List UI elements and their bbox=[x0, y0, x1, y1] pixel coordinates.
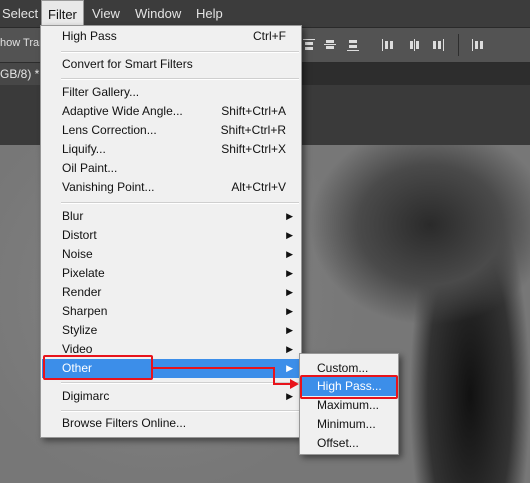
menu-item-label: Vanishing Point... bbox=[62, 180, 155, 194]
toolbar-divider bbox=[458, 34, 459, 56]
menu-item-label: Blur bbox=[62, 209, 84, 223]
menu-item-sharpen[interactable]: Sharpen ▶ bbox=[42, 302, 300, 321]
menu-item-shortcut: Shift+Ctrl+A bbox=[221, 104, 286, 118]
align-bottom-icon[interactable] bbox=[346, 38, 360, 52]
submenu-arrow-icon: ▶ bbox=[286, 230, 293, 240]
menu-item-label: Distort bbox=[62, 228, 97, 242]
menu-filter[interactable]: Filter bbox=[41, 0, 84, 27]
menu-item-label: Liquify... bbox=[62, 142, 106, 156]
submenu-item-minimum[interactable]: Minimum... bbox=[301, 415, 397, 434]
annotation-line-to-arrow bbox=[273, 383, 291, 385]
menu-item-digimarc[interactable]: Digimarc ▶ bbox=[42, 387, 300, 406]
annotation-box-high-pass bbox=[300, 375, 398, 399]
menu-item-label: Browse Filters Online... bbox=[62, 416, 187, 430]
submenu-arrow-icon: ▶ bbox=[286, 325, 293, 335]
document-tab[interactable]: GB/8) * bbox=[0, 63, 46, 85]
menu-item-vanishing-point[interactable]: Vanishing Point... Alt+Ctrl+V bbox=[42, 178, 300, 197]
submenu-arrow-icon: ▶ bbox=[286, 268, 293, 278]
annotation-line-horizontal bbox=[151, 367, 275, 369]
annotation-arrow-icon bbox=[290, 379, 299, 389]
submenu-arrow-icon: ▶ bbox=[286, 391, 293, 401]
submenu-item-label: Offset... bbox=[317, 436, 359, 450]
menu-item-label: Oil Paint... bbox=[62, 161, 118, 175]
menu-item-label: Convert for Smart Filters bbox=[62, 57, 193, 71]
menu-item-label: Noise bbox=[62, 247, 93, 261]
menu-select[interactable]: Select bbox=[0, 0, 44, 27]
menu-item-lens-correction[interactable]: Lens Correction... Shift+Ctrl+R bbox=[42, 121, 300, 140]
menu-item-high-pass-last[interactable]: High Pass Ctrl+F bbox=[42, 27, 300, 46]
menu-item-filter-gallery[interactable]: Filter Gallery... bbox=[42, 83, 300, 102]
submenu-arrow-icon: ▶ bbox=[286, 344, 293, 354]
submenu-arrow-icon: ▶ bbox=[286, 306, 293, 316]
menu-item-label: Filter Gallery... bbox=[62, 85, 140, 99]
align-hcenter-icon[interactable] bbox=[408, 38, 422, 52]
menu-item-adaptive-wide-angle[interactable]: Adaptive Wide Angle... Shift+Ctrl+A bbox=[42, 102, 300, 121]
menu-item-label: Adaptive Wide Angle... bbox=[62, 104, 183, 118]
submenu-arrow-icon: ▶ bbox=[286, 287, 293, 297]
menu-separator bbox=[61, 202, 299, 204]
menu-item-blur[interactable]: Blur ▶ bbox=[42, 207, 300, 226]
menu-separator bbox=[61, 51, 299, 53]
menu-item-shortcut: Ctrl+F bbox=[253, 29, 286, 43]
menu-separator bbox=[61, 410, 299, 412]
menu-item-shortcut: Shift+Ctrl+X bbox=[221, 142, 286, 156]
menu-item-label: Digimarc bbox=[62, 389, 110, 403]
submenu-item-label: Minimum... bbox=[317, 417, 376, 431]
menu-item-shortcut: Shift+Ctrl+R bbox=[220, 123, 286, 137]
menu-separator bbox=[61, 78, 299, 80]
menu-item-convert-smart-filters[interactable]: Convert for Smart Filters bbox=[42, 55, 300, 74]
align-vcenter-icon[interactable] bbox=[323, 38, 337, 52]
menu-help[interactable]: Help bbox=[190, 0, 229, 27]
submenu-arrow-icon: ▶ bbox=[286, 211, 293, 221]
menu-item-label: Sharpen bbox=[62, 304, 108, 318]
menu-window[interactable]: Window bbox=[129, 0, 187, 27]
align-top-icon[interactable] bbox=[302, 38, 316, 52]
submenu-arrow-icon: ▶ bbox=[286, 249, 293, 259]
menu-item-stylize[interactable]: Stylize ▶ bbox=[42, 321, 300, 340]
menu-item-label: Stylize bbox=[62, 323, 98, 337]
menu-item-noise[interactable]: Noise ▶ bbox=[42, 245, 300, 264]
submenu-item-offset[interactable]: Offset... bbox=[301, 434, 397, 453]
menu-item-label: High Pass bbox=[62, 29, 117, 43]
menu-view[interactable]: View bbox=[86, 0, 126, 27]
menu-item-oil-paint[interactable]: Oil Paint... bbox=[42, 159, 300, 178]
menu-item-label: Pixelate bbox=[62, 266, 105, 280]
menu-separator bbox=[61, 382, 299, 384]
menu-item-liquify[interactable]: Liquify... Shift+Ctrl+X bbox=[42, 140, 300, 159]
submenu-arrow-icon: ▶ bbox=[286, 363, 293, 373]
annotation-box-other bbox=[43, 355, 153, 380]
menu-item-render[interactable]: Render ▶ bbox=[42, 283, 300, 302]
menu-item-label: Lens Correction... bbox=[62, 123, 157, 137]
align-left-icon[interactable] bbox=[381, 38, 395, 52]
menu-item-label: Render bbox=[62, 285, 102, 299]
menu-item-distort[interactable]: Distort ▶ bbox=[42, 226, 300, 245]
align-right-icon[interactable] bbox=[431, 38, 445, 52]
other-submenu: Custom... High Pass... Maximum... Minimu… bbox=[299, 353, 399, 455]
menu-bar: Select Filter View Window Help bbox=[0, 0, 530, 28]
distribute-icon[interactable] bbox=[471, 38, 485, 52]
menu-item-shortcut: Alt+Ctrl+V bbox=[231, 180, 286, 194]
menu-item-pixelate[interactable]: Pixelate ▶ bbox=[42, 264, 300, 283]
menu-item-browse-filters-online[interactable]: Browse Filters Online... bbox=[42, 414, 300, 433]
